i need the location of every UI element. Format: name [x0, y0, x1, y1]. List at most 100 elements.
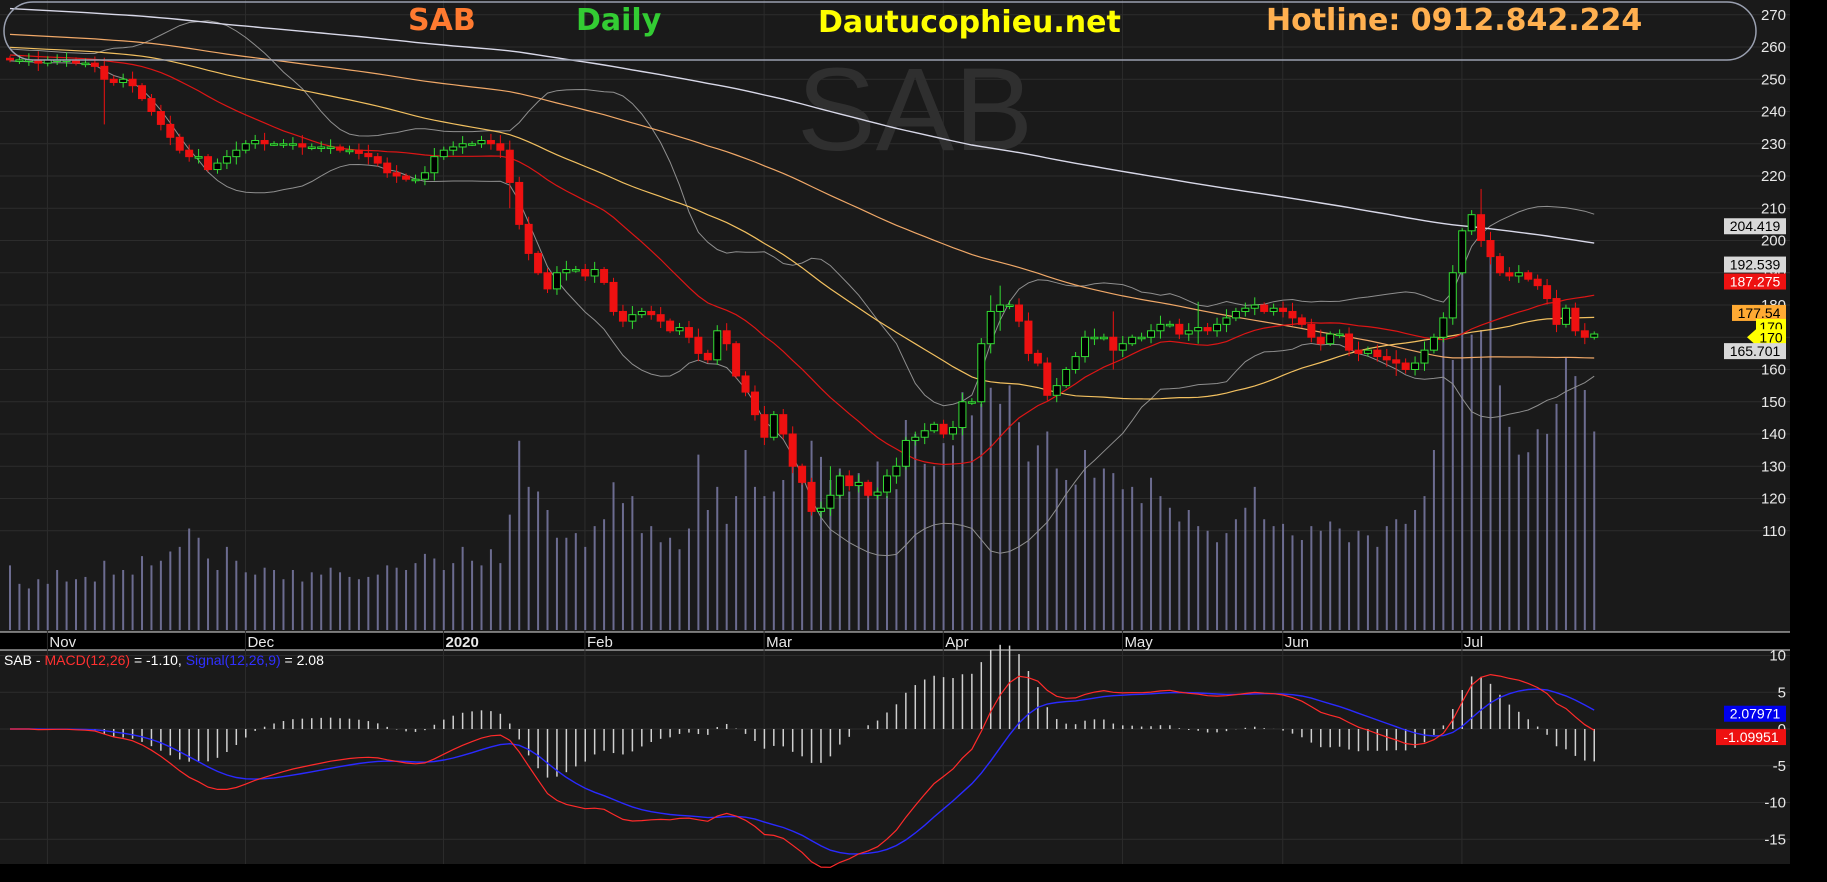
candle-body — [1580, 330, 1589, 338]
candle-body — [1024, 320, 1033, 354]
candle-body — [1241, 307, 1250, 312]
candle-body — [1458, 230, 1467, 274]
candle-body — [213, 162, 222, 171]
candle-body — [1505, 272, 1514, 277]
candle-body — [430, 156, 439, 174]
candle-body — [147, 98, 156, 112]
candle-body — [571, 269, 580, 272]
candle-body — [194, 156, 203, 159]
candle-body — [1543, 285, 1552, 300]
candle-body — [439, 149, 448, 158]
candle-body — [128, 78, 137, 87]
candle-body — [166, 123, 175, 138]
candle-body — [1411, 362, 1420, 370]
candle-body — [562, 269, 571, 274]
candle-body — [1137, 336, 1146, 340]
candle-body — [1222, 317, 1231, 325]
candle-body — [486, 140, 495, 145]
candle-body — [1015, 304, 1024, 322]
candle-body — [1335, 333, 1344, 337]
candle-body — [779, 414, 788, 435]
candle-body — [270, 143, 279, 146]
macd-legend-ticker: SAB — [4, 652, 32, 668]
candle-body — [1260, 304, 1269, 312]
date-tick-label: Apr — [945, 634, 968, 651]
candle-body — [798, 465, 807, 483]
candle-body — [326, 146, 335, 149]
candle-body — [600, 269, 609, 283]
candle-body — [1392, 359, 1401, 364]
price-tick-label: 160 — [1761, 362, 1786, 379]
candle-body — [1165, 323, 1174, 327]
stock-chart: SAB 270260250240230220210200190180170160… — [0, 0, 1827, 882]
candle-body — [1184, 330, 1193, 335]
candle-body — [750, 391, 759, 416]
candle-body — [383, 162, 392, 174]
price-tick-label: 250 — [1761, 71, 1786, 88]
candle-body — [1477, 214, 1486, 241]
candle-body — [1175, 323, 1184, 335]
price-tick-label: 200 — [1761, 233, 1786, 250]
candle-body — [175, 136, 184, 151]
macd-tick-label: -10 — [1764, 795, 1786, 812]
candle-body — [930, 423, 939, 432]
candle-body — [100, 65, 109, 80]
candle-body — [807, 481, 816, 512]
price-badge-text: 187.275 — [1730, 274, 1781, 290]
candle-body — [279, 143, 288, 146]
signal-legend-name: Signal(12,26,9) — [186, 652, 281, 668]
candle-body — [835, 475, 844, 496]
candle-body — [1005, 304, 1014, 307]
price-tick-label: 150 — [1761, 394, 1786, 411]
date-tick-label: Jul — [1464, 634, 1483, 651]
candle-body — [901, 439, 910, 467]
candle-body — [298, 143, 307, 148]
candle-body — [1495, 256, 1504, 274]
candle-body — [1533, 278, 1542, 287]
price-tick-label: 210 — [1761, 200, 1786, 217]
candle-body — [204, 156, 213, 171]
candle-body — [996, 304, 1005, 312]
candle-body — [138, 85, 147, 100]
candle-body — [958, 401, 967, 429]
candle-body — [1382, 356, 1391, 361]
candle-body — [1118, 343, 1127, 351]
candle-body — [864, 481, 873, 496]
candle-body — [1231, 310, 1240, 319]
header-ticker: SAB — [408, 3, 476, 38]
date-tick-label: Nov — [49, 634, 76, 651]
candle-body — [1081, 336, 1090, 358]
candle-body — [911, 436, 920, 441]
macd-tick-label: -15 — [1764, 831, 1786, 848]
macd-badge-text: 2.07971 — [1730, 706, 1781, 722]
price-tick-label: 230 — [1761, 136, 1786, 153]
candle-body — [1439, 317, 1448, 338]
candle-body — [15, 59, 24, 62]
candle-body — [628, 314, 637, 322]
candle-body — [760, 414, 769, 438]
candle-body — [986, 310, 995, 345]
candle-body — [939, 423, 948, 435]
candle-body — [420, 172, 429, 180]
candle-body — [949, 427, 957, 435]
candle-body — [647, 310, 656, 316]
candle-body — [845, 475, 854, 487]
candle-body — [1363, 349, 1372, 354]
candle-body — [920, 430, 929, 438]
macd-tick-label: 5 — [1778, 684, 1786, 701]
date-tick-label: 2020 — [445, 634, 478, 651]
candle-body — [241, 143, 250, 151]
macd-legend-sep: - — [32, 652, 44, 668]
date-tick-label: May — [1124, 634, 1153, 651]
header-site: Dautucophieu.net — [818, 5, 1121, 40]
candle-body — [1373, 349, 1382, 358]
signal-legend-value: = 2.08 — [281, 652, 324, 668]
candle-body — [977, 343, 986, 403]
candle-body — [90, 62, 99, 67]
candle-body — [854, 481, 863, 487]
candle-body — [826, 494, 835, 509]
candle-body — [1448, 272, 1457, 319]
date-tick-label: Dec — [247, 634, 274, 651]
candle-body — [552, 272, 561, 290]
date-tick-label: Feb — [587, 634, 613, 651]
